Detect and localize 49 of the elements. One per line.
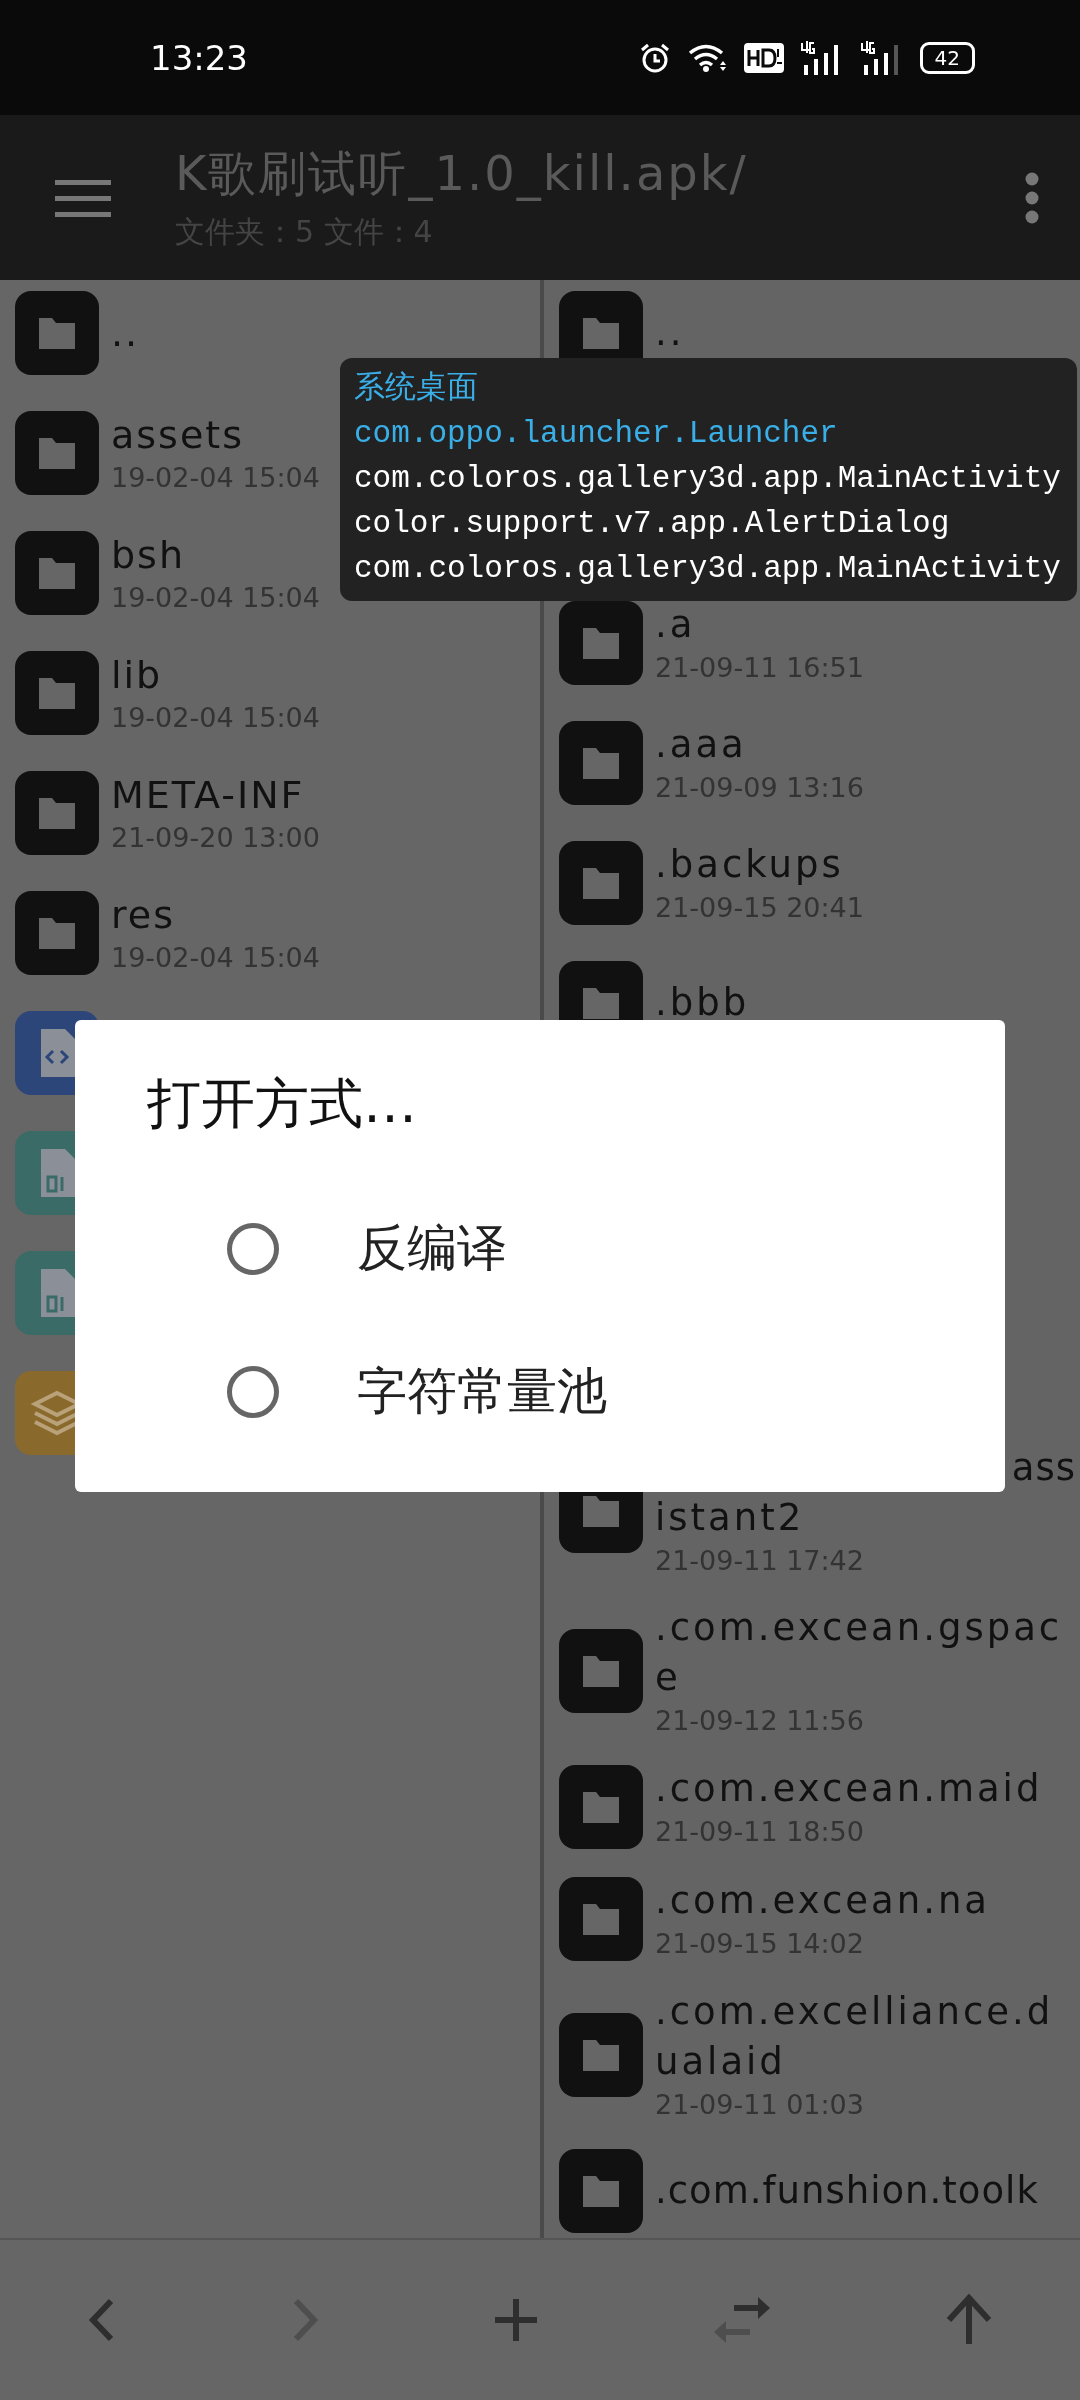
folder-icon bbox=[15, 291, 99, 375]
more-options-icon[interactable] bbox=[1024, 171, 1040, 224]
folder-icon bbox=[559, 2149, 643, 2233]
activity-name: 系统桌面 bbox=[354, 370, 479, 408]
file-name: .com.funshion.toolk bbox=[655, 2168, 1040, 2214]
file-name-fragment: ass bbox=[1011, 1445, 1076, 1491]
folder-icon bbox=[559, 1629, 643, 1713]
file-name: .bbb bbox=[655, 980, 751, 1026]
option-label[interactable]: 反编译 bbox=[357, 1215, 507, 1282]
file-name: .. bbox=[111, 310, 141, 357]
file-name: .aaa bbox=[655, 722, 748, 768]
folder-icon bbox=[559, 1877, 643, 1961]
folder-icon bbox=[559, 601, 643, 685]
folder-icon bbox=[559, 2013, 643, 2097]
file-name: .com.excean.na bbox=[655, 1878, 992, 1924]
wifi-icon bbox=[687, 42, 728, 73]
battery-indicator: 42 bbox=[919, 41, 975, 74]
menu-icon[interactable] bbox=[55, 177, 111, 218]
option-label[interactable]: 字符常量池 bbox=[357, 1358, 607, 1425]
plus-icon bbox=[492, 2297, 539, 2343]
radio-button[interactable] bbox=[227, 1365, 279, 1418]
arrow-up-icon bbox=[945, 2294, 994, 2346]
activity-name: com.coloros.gallery3d.app.MainActivity bbox=[354, 460, 1062, 498]
file-name: .com.excean.gspace bbox=[655, 1605, 1064, 1701]
file-name: .. bbox=[655, 310, 686, 356]
file-name: .a bbox=[655, 602, 697, 648]
folder-icon bbox=[15, 771, 99, 855]
folder-icon bbox=[15, 651, 99, 735]
folder-icon bbox=[15, 411, 99, 495]
radio-button[interactable] bbox=[227, 1222, 279, 1275]
activity-name: com.oppo.launcher.Launcher bbox=[354, 415, 839, 453]
status-time: 13:23 bbox=[150, 37, 248, 78]
dialog-title: 打开方式… bbox=[147, 1071, 418, 1137]
activity-name: com.coloros.gallery3d.app.MainActivity bbox=[354, 550, 1062, 588]
folder-icon bbox=[15, 531, 99, 615]
file-name: .com.excean.maid bbox=[655, 1766, 1044, 1812]
file-name: .com.excelliance.dualaid bbox=[655, 1989, 1055, 2085]
folder-icon bbox=[559, 1765, 643, 1849]
folder-icon bbox=[15, 891, 99, 975]
file-name: .backups bbox=[655, 842, 845, 888]
folder-path-title: K歌刷试听_1.0_kill.apk/ bbox=[175, 144, 749, 203]
file-name: META-INF bbox=[111, 772, 306, 819]
folder-icon bbox=[559, 841, 643, 925]
activity-name: color.support.v7.app.AlertDialog bbox=[354, 505, 951, 543]
folder-icon bbox=[559, 721, 643, 805]
hd-icon bbox=[743, 42, 784, 73]
file-name: lib bbox=[111, 652, 164, 699]
file-name: istant2 bbox=[655, 1495, 806, 1541]
file-name: res bbox=[111, 892, 176, 939]
